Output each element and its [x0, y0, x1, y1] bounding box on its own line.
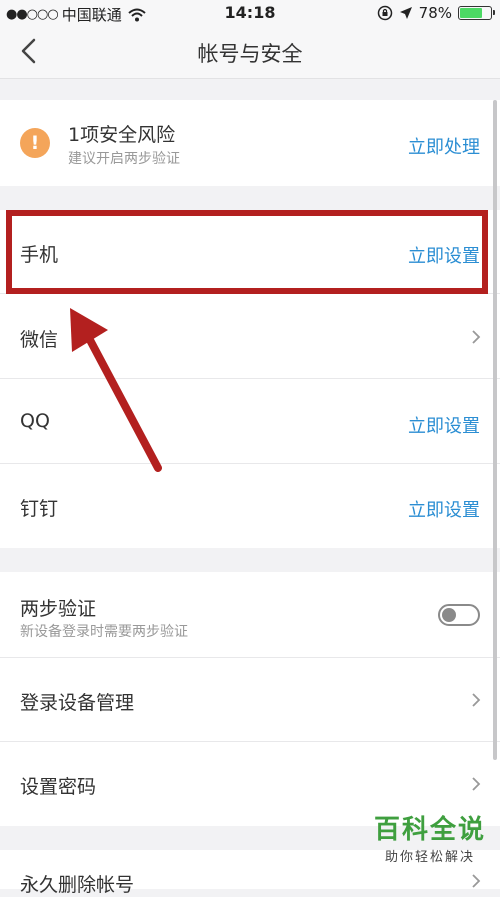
chevron-right-icon — [472, 693, 481, 707]
risk-title: 1项安全风险 — [68, 124, 176, 146]
two-step-row: 两步验证 新设备登录时需要两步验证 — [0, 572, 500, 658]
two-step-toggle[interactable] — [438, 604, 480, 626]
nav-bar: 帐号与安全 — [0, 26, 500, 79]
annotation-arrow-icon — [70, 308, 162, 472]
risk-subtitle: 建议开启两步验证 — [68, 151, 180, 167]
status-bar: ●●○○○ 中国联通 14:18 78% — [0, 0, 500, 26]
device-management-row[interactable]: 登录设备管理 — [0, 658, 500, 742]
chevron-right-icon — [472, 330, 481, 344]
scrollbar[interactable] — [493, 100, 497, 760]
status-right: 78% — [377, 4, 495, 22]
delete-account-label: 永久删除帐号 — [20, 874, 135, 896]
account-label-qq: QQ — [20, 410, 50, 432]
risk-row[interactable]: 1项安全风险 建议开启两步验证 立即处理 — [0, 100, 500, 186]
watermark-title: 百科全说 — [373, 815, 486, 845]
two-step-label: 两步验证 — [20, 598, 97, 620]
orientation-lock-icon — [377, 5, 392, 21]
chevron-right-icon — [472, 777, 481, 791]
chevron-right-icon — [472, 874, 481, 888]
account-label-wechat: 微信 — [20, 329, 59, 351]
battery-icon — [458, 6, 495, 20]
account-label-dingtalk: 钉钉 — [20, 498, 59, 520]
toggle-knob — [442, 608, 456, 622]
handle-now-button[interactable]: 立即处理 — [408, 133, 480, 159]
battery-fill — [460, 8, 482, 18]
dingtalk-setup-button[interactable]: 立即设置 — [408, 496, 480, 522]
page-title: 帐号与安全 — [197, 42, 303, 66]
qq-setup-button[interactable]: 立即设置 — [408, 412, 480, 438]
location-icon — [399, 7, 412, 19]
device-management-label: 登录设备管理 — [20, 692, 135, 714]
watermark-subtitle: 助你轻松解决 — [384, 850, 475, 865]
highlight-box — [6, 210, 488, 294]
set-password-label: 设置密码 — [20, 776, 97, 798]
two-step-subtitle: 新设备登录时需要两步验证 — [20, 624, 188, 640]
battery-percent: 78% — [418, 4, 452, 22]
watermark: 百科全说 助你轻松解决 — [374, 809, 486, 865]
